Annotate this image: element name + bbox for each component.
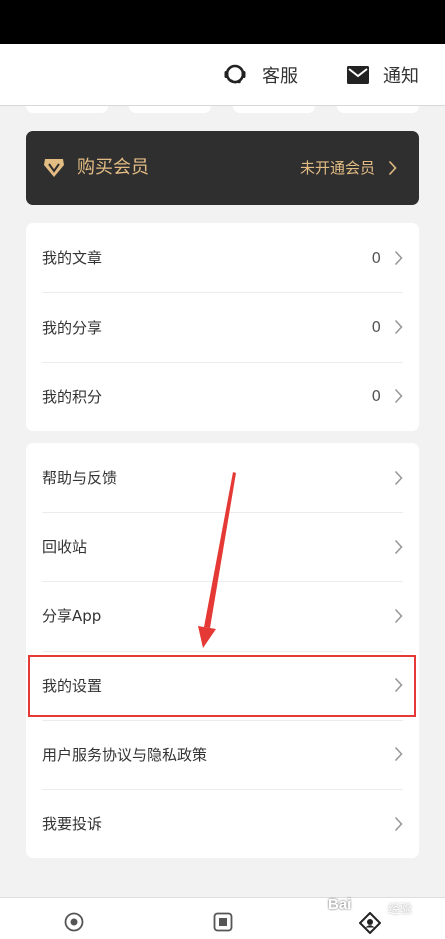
- square-icon[interactable]: [213, 912, 233, 932]
- my-settings-row[interactable]: 我的设置: [26, 650, 419, 720]
- row-label: 我的设置: [42, 676, 103, 695]
- chevron-right-icon: [394, 470, 403, 485]
- my-shares-row[interactable]: 我的分享 0: [26, 292, 419, 361]
- customer-service-button[interactable]: 客服: [222, 44, 298, 106]
- chevron-right-icon: [394, 816, 403, 831]
- row-label: 回收站: [42, 538, 88, 557]
- tabs-strip: [0, 106, 445, 116]
- row-label: 我的积分: [42, 387, 103, 406]
- row-count: 0: [371, 248, 381, 267]
- row-label: 我的文章: [42, 249, 103, 268]
- notification-button[interactable]: 通知: [347, 44, 419, 106]
- help-feedback-row[interactable]: 帮助与反馈: [26, 443, 419, 512]
- chevron-right-icon: [394, 678, 403, 693]
- vip-status: 未开通会员: [299, 159, 375, 177]
- status-bar: [0, 0, 445, 44]
- row-count: 0: [371, 318, 381, 337]
- record-icon[interactable]: [64, 912, 84, 932]
- share-app-row[interactable]: 分享App: [26, 581, 419, 650]
- menu-card: 帮助与反馈 回收站 分享App 我的设置 用户服务协议与隐私政策 我要投诉: [26, 443, 419, 858]
- chevron-right-icon: [394, 250, 403, 265]
- customer-service-label: 客服: [262, 66, 298, 87]
- stats-card: 我的文章 0 我的分享 0 我的积分 0: [26, 223, 419, 431]
- row-count: 0: [371, 387, 381, 406]
- row-label: 我的分享: [42, 318, 103, 337]
- row-label: 我要投诉: [42, 815, 103, 834]
- mail-icon: [347, 66, 369, 84]
- notification-label: 通知: [383, 66, 419, 87]
- chevron-right-icon: [394, 539, 403, 554]
- recycle-bin-row[interactable]: 回收站: [26, 512, 419, 581]
- headset-icon: [224, 64, 246, 84]
- row-label: 分享App: [42, 607, 102, 626]
- vip-title: 购买会员: [77, 157, 149, 178]
- user-agreement-privacy-row[interactable]: 用户服务协议与隐私政策: [26, 719, 419, 789]
- tab-stub: [233, 106, 315, 113]
- complaint-row[interactable]: 我要投诉: [26, 788, 419, 858]
- diamond-crown-icon: [44, 159, 64, 177]
- buy-vip-card[interactable]: 购买会员 未开通会员: [26, 131, 419, 205]
- chevron-right-icon: [394, 389, 403, 404]
- chevron-right-icon: [388, 160, 397, 176]
- tab-stub: [129, 106, 211, 113]
- tab-stub: [337, 106, 419, 113]
- chevron-right-icon: [394, 320, 403, 335]
- profile-diamond-icon[interactable]: [359, 912, 381, 934]
- chevron-right-icon: [394, 608, 403, 624]
- row-label: 用户服务协议与隐私政策: [42, 745, 208, 764]
- bottom-nav: [0, 897, 445, 939]
- my-points-row[interactable]: 我的积分 0: [26, 361, 419, 431]
- tab-stub: [26, 106, 108, 113]
- top-header: 客服 通知: [0, 44, 445, 106]
- row-label: 帮助与反馈: [42, 469, 118, 488]
- chevron-right-icon: [394, 747, 403, 762]
- my-articles-row[interactable]: 我的文章 0: [26, 223, 419, 292]
